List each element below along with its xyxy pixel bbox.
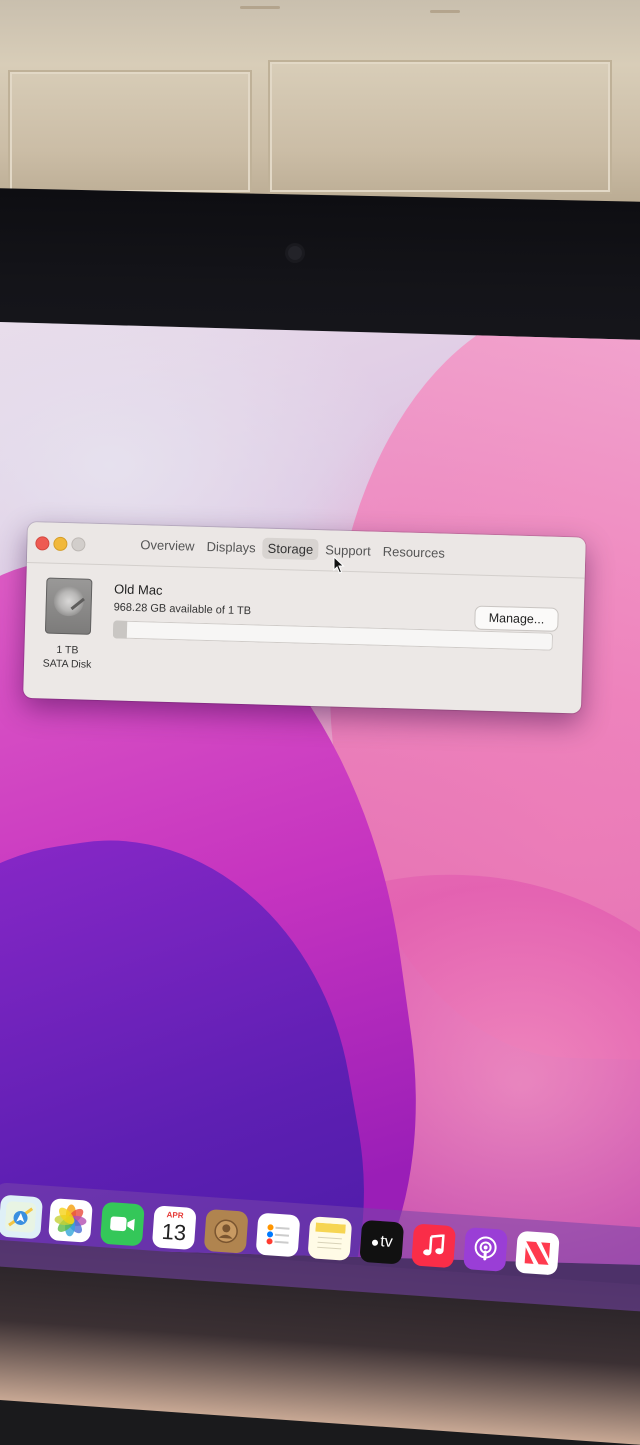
zoom-button[interactable] [71,537,86,552]
desktop-wallpaper [0,322,640,1265]
close-button[interactable] [35,536,50,551]
apple-logo-icon: ● [370,1233,380,1251]
minimize-button[interactable] [53,536,68,552]
tab-displays[interactable]: Displays [201,536,261,559]
disk-type: SATA Disk [42,657,92,671]
tab-support[interactable]: Support [320,539,376,562]
wall-panel [268,60,612,194]
music-icon[interactable] [411,1223,457,1269]
wall-mark [430,10,460,13]
contacts-icon[interactable] [203,1208,249,1254]
disk-caption: 1 TB SATA Disk [34,642,101,672]
tab-overview[interactable]: Overview [135,534,200,557]
calendar-icon[interactable]: APR 13 [151,1205,197,1251]
volume-availability: 968.28 GB available of 1 TB [113,601,252,618]
tab-storage[interactable]: Storage [262,537,319,561]
notes-icon[interactable] [307,1216,353,1261]
facetime-icon[interactable] [99,1201,145,1247]
podcasts-icon[interactable] [463,1227,508,1272]
manage-button[interactable]: Manage... [475,606,558,631]
calendar-day: 13 [160,1218,188,1246]
wall-background [0,0,640,215]
news-icon[interactable] [514,1230,560,1276]
tab-resources[interactable]: Resources [377,541,450,564]
photos-icon[interactable] [48,1198,93,1243]
tab-bar: Overview Displays Storage Support Resour… [135,534,450,564]
storage-used-segment [112,620,128,639]
hard-disk-icon [44,577,93,635]
reminders-icon[interactable] [255,1212,301,1258]
tv-label: tv [379,1233,394,1251]
wall-panel [8,70,252,194]
maps-icon[interactable] [0,1194,44,1240]
apple-tv-icon[interactable]: ● tv [359,1219,405,1265]
camera-icon [288,246,302,260]
wall-mark [240,6,280,9]
about-this-mac-window: Overview Displays Storage Support Resour… [23,522,586,714]
volume-name: Old Mac [113,581,163,598]
